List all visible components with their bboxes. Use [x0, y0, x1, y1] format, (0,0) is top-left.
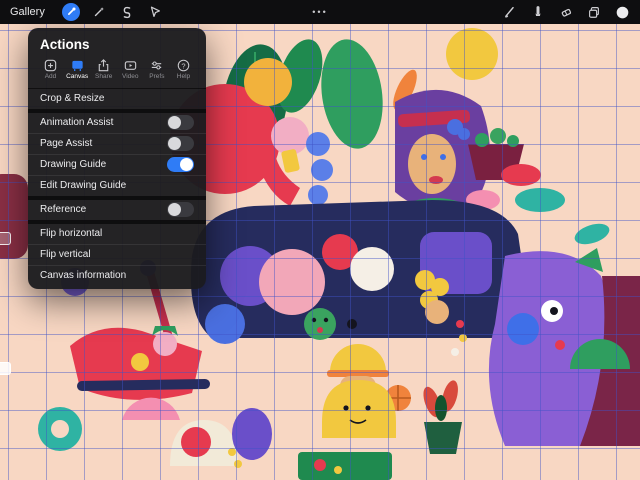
tab-add[interactable]: Add — [38, 58, 63, 81]
procreate-app: Gallery ••• — [0, 0, 640, 480]
menu-item-drawing-guide[interactable]: Drawing Guide — [28, 154, 206, 175]
smudge-icon[interactable] — [527, 1, 549, 23]
tab-share[interactable]: Share — [91, 58, 116, 81]
menu-section-crop: Crop & Resize — [28, 88, 206, 109]
menu-item-crop-resize[interactable]: Crop & Resize — [28, 89, 206, 109]
layers-icon[interactable] — [583, 1, 605, 23]
adjustments-icon[interactable] — [88, 1, 110, 23]
menu-section-reference: Reference — [28, 196, 206, 220]
menu-section-flip-info: Flip horizontal Flip vertical Canvas inf… — [28, 220, 206, 286]
menu-item-flip-horizontal[interactable]: Flip horizontal — [28, 224, 206, 244]
reference-toggle[interactable] — [167, 202, 194, 217]
tab-video[interactable]: Video — [118, 58, 143, 81]
menu-item-flip-vertical[interactable]: Flip vertical — [28, 244, 206, 265]
actions-icon[interactable] — [62, 3, 80, 21]
menu-item-reference[interactable]: Reference — [28, 200, 206, 220]
canvas-overflow-dots[interactable]: ••• — [312, 7, 327, 17]
sidebar-undo-button[interactable] — [0, 362, 11, 375]
menu-item-edit-drawing-guide[interactable]: Edit Drawing Guide — [28, 175, 206, 196]
animation-assist-toggle[interactable] — [167, 115, 194, 130]
drawing-guide-toggle[interactable] — [167, 157, 194, 172]
top-toolbar: Gallery ••• — [0, 0, 640, 24]
menu-item-canvas-information[interactable]: Canvas information — [28, 265, 206, 286]
menu-item-page-assist[interactable]: Page Assist — [28, 133, 206, 154]
actions-tab-bar: Add Canvas Share Video Prefs — [28, 57, 206, 88]
menu-section-assists: Animation Assist Page Assist Drawing Gui… — [28, 109, 206, 196]
page-assist-toggle[interactable] — [167, 136, 194, 151]
paint-tools-group — [496, 1, 636, 23]
svg-text:?: ? — [181, 61, 185, 70]
tab-canvas[interactable]: Canvas — [65, 58, 90, 81]
selection-icon[interactable] — [116, 1, 138, 23]
actions-menu: Actions Add Canvas Share Video — [28, 28, 206, 289]
color-swatch[interactable] — [611, 1, 633, 23]
gallery-button[interactable]: Gallery — [10, 6, 45, 18]
menu-item-animation-assist[interactable]: Animation Assist — [28, 113, 206, 133]
tab-help[interactable]: ? Help — [171, 58, 196, 81]
actions-menu-title: Actions — [28, 28, 206, 57]
transform-icon[interactable] — [144, 1, 166, 23]
tab-prefs[interactable]: Prefs — [144, 58, 169, 81]
erase-icon[interactable] — [555, 1, 577, 23]
canvas-area[interactable]: Actions Add Canvas Share Video — [0, 24, 640, 480]
paint-icon[interactable] — [499, 1, 521, 23]
sidebar-modify-button[interactable] — [0, 232, 11, 245]
